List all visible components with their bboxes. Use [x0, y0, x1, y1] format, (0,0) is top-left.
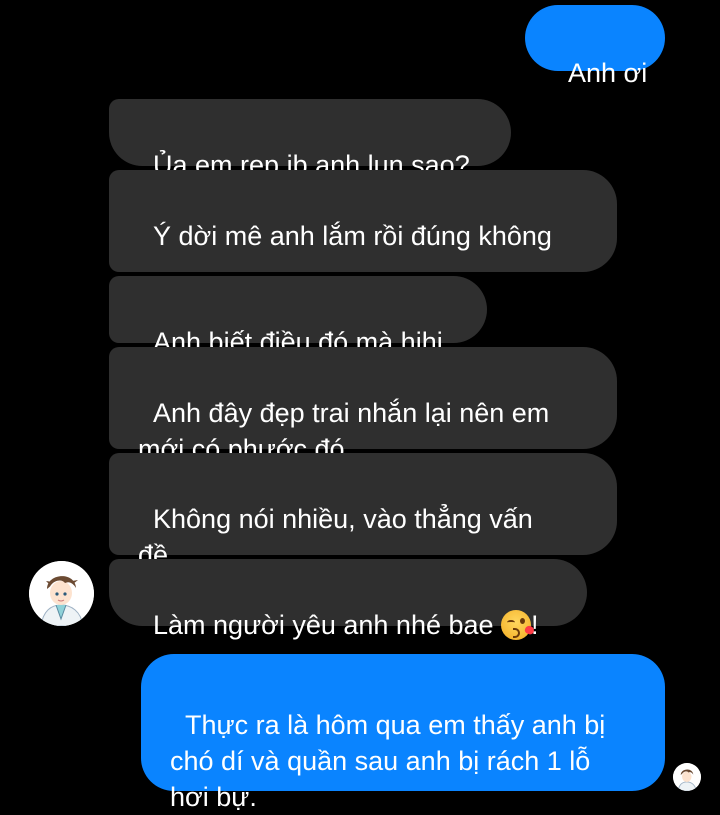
- message-bubble-outgoing[interactable]: Anh ơi: [525, 5, 665, 88]
- message-bubble-outgoing[interactable]: Thực ra là hôm qua em thấy anh bị chó dí…: [141, 654, 665, 812]
- message-bubble-incoming[interactable]: Làm người yêu anh nhé bae !: [109, 559, 587, 640]
- read-receipt-avatar: [673, 763, 701, 791]
- read-receipt-avatar-icon: [673, 763, 701, 791]
- message-bubble-incoming[interactable]: Anh đây đẹp trai nhắn lại nên em mới có …: [109, 347, 617, 464]
- kissing-heart-emoji-icon: [501, 610, 536, 640]
- message-bubble-incoming[interactable]: Ủa em rep ib anh lun sao?: [109, 99, 511, 180]
- message-text: Làm người yêu anh nhé bae: [153, 610, 502, 640]
- anime-boy-avatar-icon: [29, 561, 94, 626]
- message-bubble-incoming[interactable]: Anh biết điều đó mà hihi: [109, 276, 487, 357]
- message-text: Ý dời mê anh lắm rồi đúng không: [153, 221, 552, 251]
- message-bubble-incoming[interactable]: Không nói nhiều, vào thẳng vấn đề: [109, 453, 617, 570]
- message-text: Thực ra là hôm qua em thấy anh bị chó dí…: [170, 710, 606, 812]
- contact-avatar[interactable]: [29, 561, 94, 626]
- message-bubble-incoming[interactable]: Ý dời mê anh lắm rồi đúng không ?: [109, 170, 617, 323]
- message-text-suffix: !: [531, 610, 539, 640]
- message-text: Anh ơi: [568, 58, 648, 88]
